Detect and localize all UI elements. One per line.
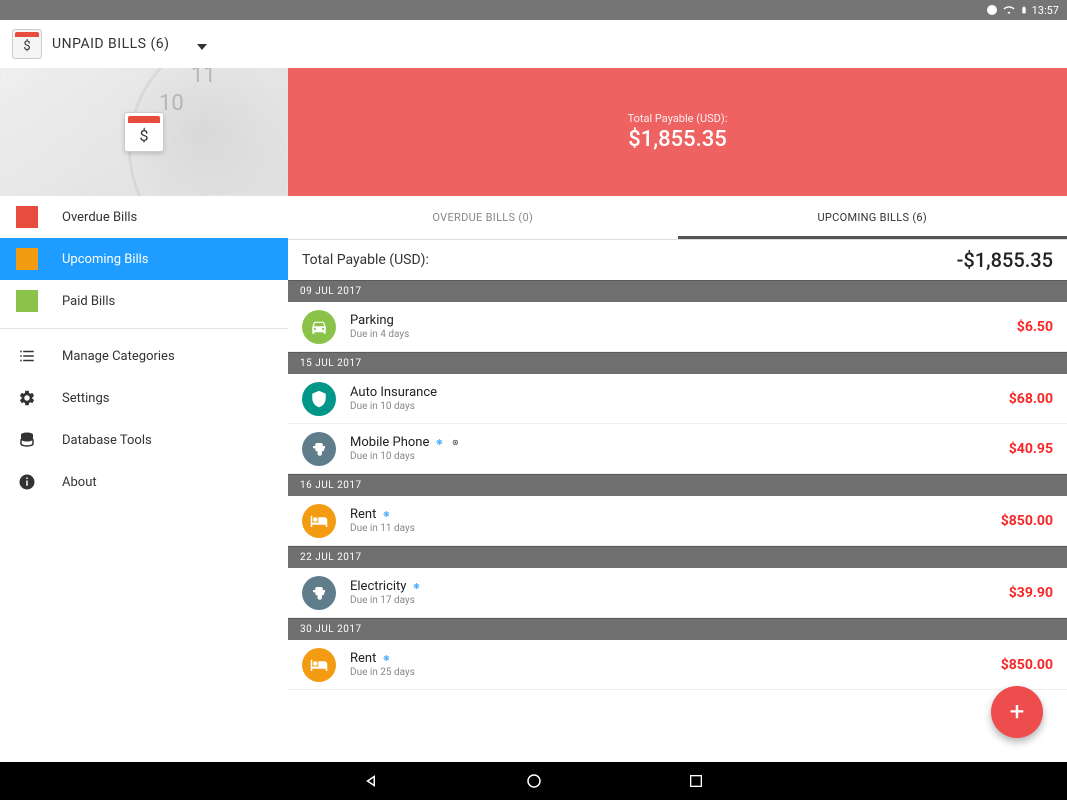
bill-row[interactable]: Rent ❋Due in 11 days $850.00 — [288, 496, 1067, 546]
bill-due: Due in 10 days — [350, 401, 995, 412]
banner-label: Total Payable (USD): — [628, 112, 728, 125]
bill-amount: $850.00 — [1001, 657, 1053, 673]
bill-text: Parking Due in 4 days — [350, 313, 1003, 340]
sidebar-item-dbtools[interactable]: Database Tools — [0, 419, 288, 461]
bill-amount: $68.00 — [1009, 391, 1053, 407]
sidebar-item-label: Database Tools — [62, 433, 152, 448]
status-time: 13:57 — [1032, 4, 1059, 17]
recurring-badge-icon: ❋ — [433, 437, 445, 449]
banner-amount: $1,855.35 — [628, 127, 727, 152]
app-title: UNPAID BILLS (6) — [52, 36, 169, 52]
recurring-badge-icon: ❋ — [410, 581, 422, 593]
swatch-orange — [16, 248, 38, 270]
reminder-badge-icon: ⊛ — [449, 437, 461, 449]
sidebar-item-label: Settings — [62, 391, 109, 406]
content: Total Payable (USD): $1,855.35 OVERDUE B… — [288, 68, 1067, 762]
shield-icon — [302, 382, 336, 416]
recurring-badge-icon: ❋ — [380, 653, 392, 665]
bill-amount: $39.90 — [1009, 585, 1053, 601]
bill-title: Rent ❋ — [350, 507, 987, 522]
bill-due: Due in 11 days — [350, 523, 987, 534]
car-icon — [302, 310, 336, 344]
sidebar-item-overdue[interactable]: Overdue Bills — [0, 196, 288, 238]
database-icon — [16, 429, 38, 451]
bed-icon — [302, 504, 336, 538]
gear-icon — [16, 387, 38, 409]
total-banner: Total Payable (USD): $1,855.35 — [288, 68, 1067, 196]
list-icon — [16, 345, 38, 367]
sidebar-item-upcoming[interactable]: Upcoming Bills — [0, 238, 288, 280]
sidebar-item-label: Upcoming Bills — [62, 252, 149, 267]
status-sync-icon — [986, 4, 998, 16]
sidebar-divider — [0, 328, 288, 329]
status-wifi-icon — [1002, 4, 1016, 16]
bill-row[interactable]: Parking Due in 4 days $6.50 — [288, 302, 1067, 352]
nav-home-button[interactable] — [523, 770, 545, 792]
date-header: 09 JUL 2017 — [288, 280, 1067, 302]
bill-row[interactable]: Rent ❋Due in 25 days $850.00 — [288, 640, 1067, 690]
bill-text: Rent ❋Due in 11 days — [350, 507, 987, 534]
sidebar-item-label: Manage Categories — [62, 349, 175, 364]
android-nav-bar — [0, 762, 1067, 800]
sidebar-item-label: About — [62, 475, 97, 490]
total-row: Total Payable (USD): -$1,855.35 — [288, 240, 1067, 280]
sidebar-item-categories[interactable]: Manage Categories — [0, 335, 288, 377]
bill-title: Auto Insurance — [350, 385, 995, 400]
bill-due: Due in 25 days — [350, 667, 987, 678]
bill-text: Mobile Phone ❋⊛Due in 10 days — [350, 435, 995, 462]
status-battery-icon — [1020, 4, 1028, 16]
date-header: 16 JUL 2017 — [288, 474, 1067, 496]
main-area: 9 10 11 $ Overdue Bills Upcoming Bills P… — [0, 68, 1067, 762]
bill-list: 09 JUL 2017 Parking Due in 4 days $6.50 15 … — [288, 280, 1067, 690]
sidebar-item-label: Overdue Bills — [62, 210, 137, 225]
bill-amount: $40.95 — [1009, 441, 1053, 457]
sidebar-item-label: Paid Bills — [62, 294, 115, 309]
sidebar: 9 10 11 $ Overdue Bills Upcoming Bills P… — [0, 68, 288, 762]
info-icon — [16, 471, 38, 493]
total-value: -$1,855.35 — [957, 248, 1053, 272]
sidebar-app-icon: $ — [124, 112, 164, 152]
bill-title: Parking — [350, 313, 1003, 328]
bill-due: Due in 4 days — [350, 329, 1003, 340]
bill-title: Electricity ❋ — [350, 579, 995, 594]
tabs: OVERDUE BILLS (0) UPCOMING BILLS (6) — [288, 196, 1067, 240]
sidebar-header: 9 10 11 $ — [0, 68, 288, 196]
date-header: 15 JUL 2017 — [288, 352, 1067, 374]
bed-icon — [302, 648, 336, 682]
date-header: 22 JUL 2017 — [288, 546, 1067, 568]
tab-label: OVERDUE BILLS (0) — [432, 211, 533, 224]
recurring-badge-icon: ❋ — [380, 509, 392, 521]
tap-icon — [302, 576, 336, 610]
bill-title: Rent ❋ — [350, 651, 987, 666]
nav-back-button[interactable] — [361, 770, 383, 792]
tab-label: UPCOMING BILLS (6) — [817, 211, 927, 224]
bill-row[interactable]: Auto Insurance Due in 10 days $68.00 — [288, 374, 1067, 424]
sidebar-item-paid[interactable]: Paid Bills — [0, 280, 288, 322]
app-icon: $ — [12, 29, 42, 59]
swatch-green — [16, 290, 38, 312]
bill-row[interactable]: Mobile Phone ❋⊛Due in 10 days$40.95 — [288, 424, 1067, 474]
bill-due: Due in 10 days — [350, 451, 995, 462]
bill-amount: $6.50 — [1017, 319, 1053, 335]
status-bar: 13:57 — [0, 0, 1067, 20]
bill-text: Electricity ❋Due in 17 days — [350, 579, 995, 606]
tab-upcoming[interactable]: UPCOMING BILLS (6) — [678, 196, 1067, 239]
swatch-red — [16, 206, 38, 228]
tap-icon — [302, 432, 336, 466]
bill-title: Mobile Phone ❋⊛ — [350, 435, 995, 450]
nav-recent-button[interactable] — [685, 770, 707, 792]
add-bill-fab[interactable]: + — [991, 686, 1043, 738]
dropdown-toggle[interactable] — [197, 35, 207, 54]
date-header: 30 JUL 2017 — [288, 618, 1067, 640]
sidebar-item-settings[interactable]: Settings — [0, 377, 288, 419]
bill-text: Auto Insurance Due in 10 days — [350, 385, 995, 412]
tab-overdue[interactable]: OVERDUE BILLS (0) — [288, 196, 678, 239]
app-bar: $ UNPAID BILLS (6) — [0, 20, 1067, 68]
bill-due: Due in 17 days — [350, 595, 995, 606]
sidebar-item-about[interactable]: About — [0, 461, 288, 503]
bill-row[interactable]: Electricity ❋Due in 17 days $39.90 — [288, 568, 1067, 618]
bill-text: Rent ❋Due in 25 days — [350, 651, 987, 678]
bill-amount: $850.00 — [1001, 513, 1053, 529]
total-label: Total Payable (USD): — [302, 252, 429, 268]
